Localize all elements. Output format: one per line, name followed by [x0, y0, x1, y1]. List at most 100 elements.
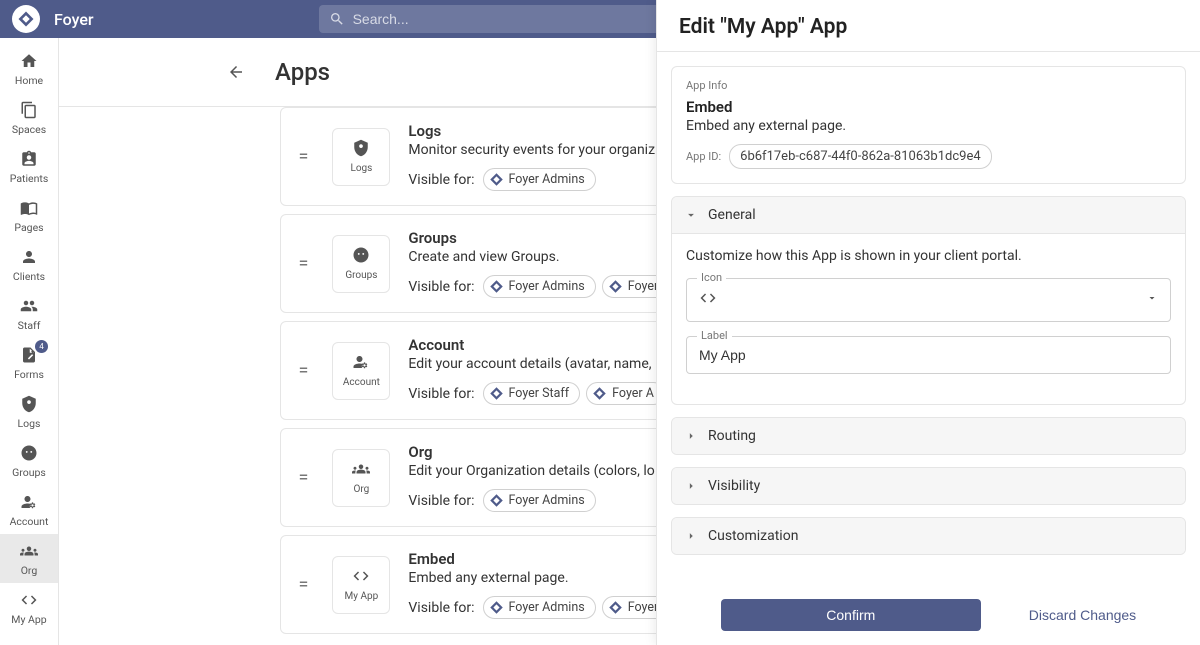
- section-customization-toggle[interactable]: Customization: [672, 518, 1185, 554]
- diamond-icon: [489, 493, 504, 508]
- drag-handle-icon[interactable]: =: [299, 469, 309, 487]
- visibility-chip[interactable]: Foyer Admins: [483, 596, 596, 619]
- section-routing-label: Routing: [708, 428, 756, 444]
- app-id-value[interactable]: 6b6f17eb-c687-44f0-862a-81063b1dc9e4: [729, 144, 992, 169]
- diamond-icon: [489, 172, 504, 187]
- sidebar-item-label: Org: [21, 564, 38, 577]
- sidebar-item-org[interactable]: Org: [0, 534, 58, 583]
- search-icon: [329, 11, 345, 27]
- chevron-down-icon: [684, 208, 698, 222]
- label-field-label: Label: [697, 329, 732, 342]
- visible-for-label: Visible for:: [408, 279, 474, 295]
- sidebar: Home Spaces Patients Pages Clients StaffForms…: [0, 38, 59, 645]
- app-info-desc: Embed any external page.: [686, 118, 1171, 134]
- home-icon: [20, 52, 38, 70]
- app-icon-label: Account: [343, 377, 380, 388]
- sidebar-item-label: Pages: [14, 221, 43, 234]
- face-icon: [20, 444, 38, 462]
- drag-handle-icon[interactable]: =: [299, 576, 309, 594]
- section-general-hint: Customize how this App is shown in your …: [686, 248, 1171, 264]
- sidebar-item-my-app[interactable]: My App: [0, 583, 58, 632]
- sidebar-item-groups[interactable]: Groups: [0, 436, 58, 485]
- person-icon: [20, 248, 38, 266]
- badge-icon: [20, 150, 38, 168]
- people-alt-icon: [352, 460, 370, 478]
- app-id-label: App ID:: [686, 150, 721, 163]
- visibility-chip[interactable]: Foyer Staff: [483, 382, 581, 405]
- sidebar-item-home[interactable]: Home: [0, 44, 58, 93]
- sidebar-item-label: Logs: [18, 417, 41, 430]
- sidebar-item-staff[interactable]: Staff: [0, 289, 58, 338]
- app-icon-label: Groups: [345, 270, 377, 281]
- section-routing-toggle[interactable]: Routing: [672, 418, 1185, 454]
- code-icon: [352, 567, 370, 585]
- sidebar-item-forms[interactable]: Forms4: [0, 338, 58, 387]
- app-icon-box: My App: [332, 556, 390, 614]
- visibility-chip[interactable]: Foyer Admins: [483, 168, 596, 191]
- app-icon-box: Logs: [332, 128, 390, 186]
- sidebar-item-spaces[interactable]: Spaces: [0, 93, 58, 142]
- book-icon: [20, 199, 38, 217]
- sidebar-item-label: Account: [10, 515, 49, 528]
- diamond-icon: [592, 386, 607, 401]
- diamond-icon: [489, 279, 504, 294]
- app-icon-label: Org: [353, 484, 369, 495]
- edit-app-panel: Edit "My App" App App Info Embed Embed a…: [656, 0, 1200, 645]
- sidebar-item-patients[interactable]: Patients: [0, 142, 58, 191]
- section-customization-label: Customization: [708, 528, 798, 544]
- visibility-chip[interactable]: Foyer Admins: [483, 275, 596, 298]
- search-container[interactable]: [319, 5, 699, 33]
- app-icon-box: Org: [332, 449, 390, 507]
- sidebar-item-label: Spaces: [12, 123, 46, 136]
- drag-handle-icon[interactable]: =: [299, 362, 309, 380]
- sidebar-item-label: Clients: [13, 270, 45, 283]
- sidebar-item-label: Home: [15, 74, 43, 87]
- person-gear-icon: [352, 353, 370, 371]
- drag-handle-icon[interactable]: =: [299, 255, 309, 273]
- code-icon: [699, 289, 717, 311]
- diamond-icon: [608, 600, 623, 615]
- search-input[interactable]: [353, 11, 689, 27]
- chevron-right-icon: [684, 529, 698, 543]
- visibility-chip[interactable]: Foyer A: [586, 382, 665, 405]
- section-general-body: Customize how this App is shown in your …: [672, 234, 1185, 404]
- visible-for-label: Visible for:: [408, 386, 474, 402]
- app-icon-box: Groups: [332, 235, 390, 293]
- brand-title: Foyer: [54, 10, 94, 29]
- page-title: Apps: [275, 58, 330, 86]
- brand-logo[interactable]: [12, 5, 40, 33]
- app-info-heading: App Info: [686, 79, 1171, 92]
- discard-button[interactable]: Discard Changes: [1029, 607, 1136, 623]
- back-button[interactable]: [227, 63, 245, 81]
- section-visibility-toggle[interactable]: Visibility: [672, 468, 1185, 504]
- chevron-right-icon: [684, 479, 698, 493]
- sidebar-item-clients[interactable]: Clients: [0, 240, 58, 289]
- icon-field-label: Icon: [697, 271, 726, 284]
- section-general-toggle[interactable]: General: [672, 197, 1185, 234]
- diamond-icon: [608, 279, 623, 294]
- section-general: General Customize how this App is shown …: [671, 196, 1186, 405]
- sidebar-item-account[interactable]: Account: [0, 485, 58, 534]
- app-icon-label: Logs: [350, 163, 372, 174]
- sidebar-item-label: Patients: [10, 172, 49, 185]
- people-icon: [20, 297, 38, 315]
- confirm-button[interactable]: Confirm: [721, 599, 981, 631]
- app-info-card: App Info Embed Embed any external page. …: [671, 66, 1186, 184]
- icon-field[interactable]: Icon: [686, 278, 1171, 322]
- label-input[interactable]: [699, 347, 1158, 363]
- label-field[interactable]: Label: [686, 336, 1171, 374]
- drag-handle-icon[interactable]: =: [299, 148, 309, 166]
- app-info-name: Embed: [686, 98, 1171, 116]
- section-customization: Customization: [671, 517, 1186, 555]
- panel-body: App Info Embed Embed any external page. …: [657, 52, 1200, 589]
- face-icon: [352, 246, 370, 264]
- app-icon-box: Account: [332, 342, 390, 400]
- visibility-chip[interactable]: Foyer Admins: [483, 489, 596, 512]
- dropdown-icon: [1146, 292, 1158, 308]
- sidebar-item-pages[interactable]: Pages: [0, 191, 58, 240]
- copy-icon: [20, 101, 38, 119]
- panel-title: Edit "My App" App: [657, 0, 1200, 52]
- section-visibility: Visibility: [671, 467, 1186, 505]
- sidebar-item-label: My App: [11, 613, 46, 626]
- sidebar-item-logs[interactable]: Logs: [0, 387, 58, 436]
